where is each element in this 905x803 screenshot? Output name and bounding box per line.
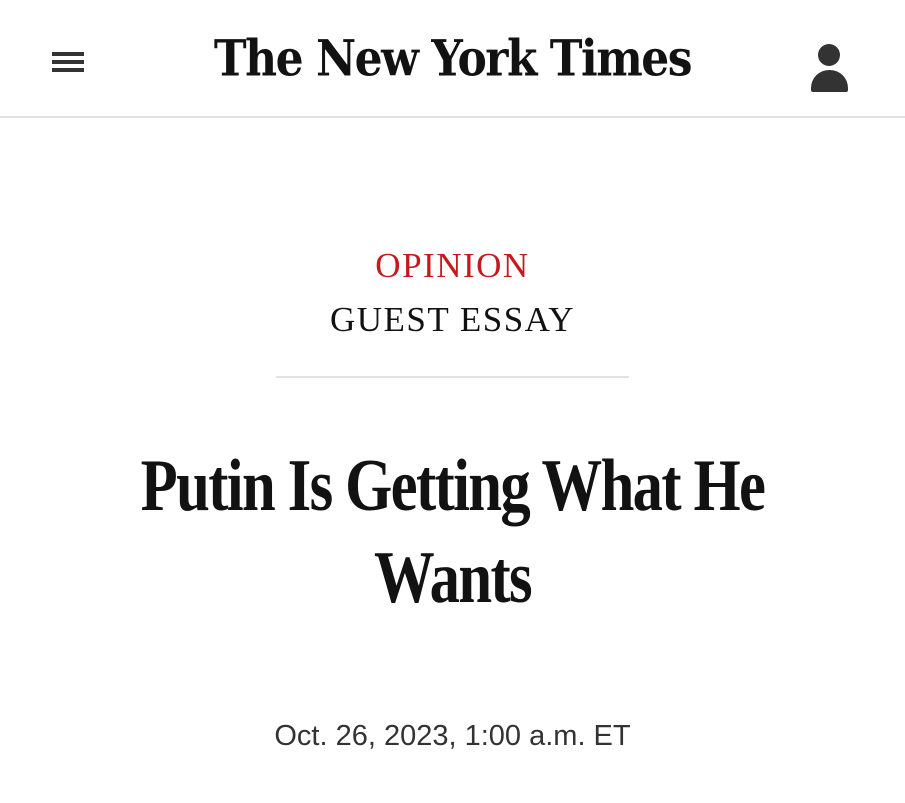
user-account-icon[interactable] <box>806 40 854 96</box>
article-headline: Putin Is Getting What He Wants <box>140 445 766 619</box>
nyt-logo: The New York Times <box>213 30 693 88</box>
menu-bar <box>52 60 84 64</box>
site-header: The New York Times <box>0 0 905 118</box>
account-icon-body <box>811 70 848 92</box>
section-label[interactable]: OPINION <box>0 244 905 288</box>
article-dateline: Oct. 26, 2023, 1:00 a.m. ET <box>274 720 631 752</box>
nyt-logo-link[interactable]: The New York Times <box>190 22 715 96</box>
hamburger-menu-icon[interactable] <box>48 46 88 78</box>
divider <box>276 376 629 378</box>
subsection-label: GUEST ESSAY <box>329 300 576 339</box>
menu-bar <box>52 68 84 72</box>
account-icon-head <box>818 44 840 66</box>
menu-bar <box>52 52 84 56</box>
